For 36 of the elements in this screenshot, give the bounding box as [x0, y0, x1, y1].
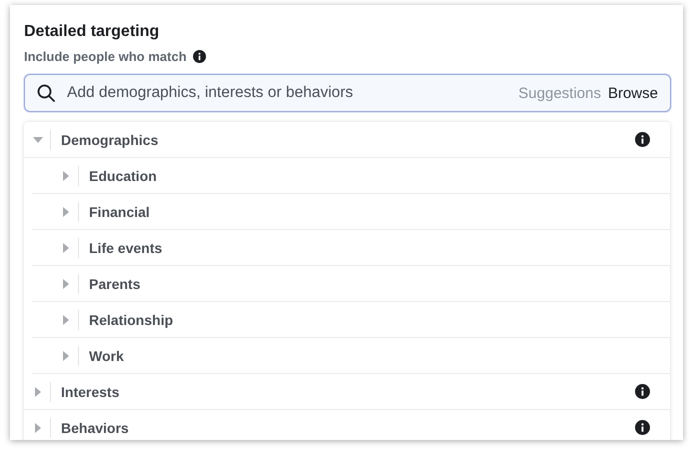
- search-field[interactable]: Add demographics, interests or behaviors Suggestions Browse: [24, 74, 671, 112]
- caret-right-icon[interactable]: [61, 206, 71, 216]
- search-icon: [37, 84, 55, 102]
- tree-row[interactable]: Financial: [32, 194, 670, 230]
- caret-right-icon[interactable]: [61, 278, 71, 288]
- caret-right-icon[interactable]: [33, 386, 43, 396]
- tree-row[interactable]: Demographics: [24, 122, 670, 158]
- caret-right-icon[interactable]: [33, 422, 43, 432]
- caret-right-icon[interactable]: [61, 170, 71, 180]
- info-icon[interactable]: [635, 132, 650, 147]
- category-label: Interests: [61, 384, 120, 400]
- section-title: Detailed targeting: [24, 23, 160, 41]
- category-label: Education: [89, 168, 158, 184]
- caret-down-icon[interactable]: [33, 134, 43, 144]
- category-label: Work: [89, 348, 125, 364]
- category-label: Demographics: [61, 132, 160, 148]
- category-label: Relationship: [89, 312, 174, 328]
- info-icon[interactable]: [192, 50, 206, 63]
- tree-row[interactable]: Life events: [32, 230, 670, 266]
- info-icon[interactable]: [635, 420, 650, 435]
- tree-row[interactable]: Work: [32, 338, 670, 374]
- tree-row[interactable]: Relationship: [32, 302, 670, 338]
- browse-button[interactable]: Browse: [608, 84, 658, 102]
- tree-row[interactable]: Parents: [32, 266, 670, 302]
- category-label: Behaviors: [61, 420, 130, 436]
- category-label: Parents: [89, 276, 142, 292]
- tree-row[interactable]: Education: [32, 158, 670, 194]
- subtitle: Include people who match: [24, 49, 187, 64]
- caret-right-icon[interactable]: [61, 242, 71, 252]
- category-label: Financial: [89, 204, 151, 220]
- caret-right-icon[interactable]: [61, 350, 71, 360]
- caret-right-icon[interactable]: [61, 314, 71, 324]
- tree-row[interactable]: Behaviors: [24, 410, 670, 440]
- info-icon[interactable]: [635, 384, 650, 399]
- tree-row[interactable]: Interests: [24, 374, 670, 410]
- category-label: Life events: [89, 240, 164, 256]
